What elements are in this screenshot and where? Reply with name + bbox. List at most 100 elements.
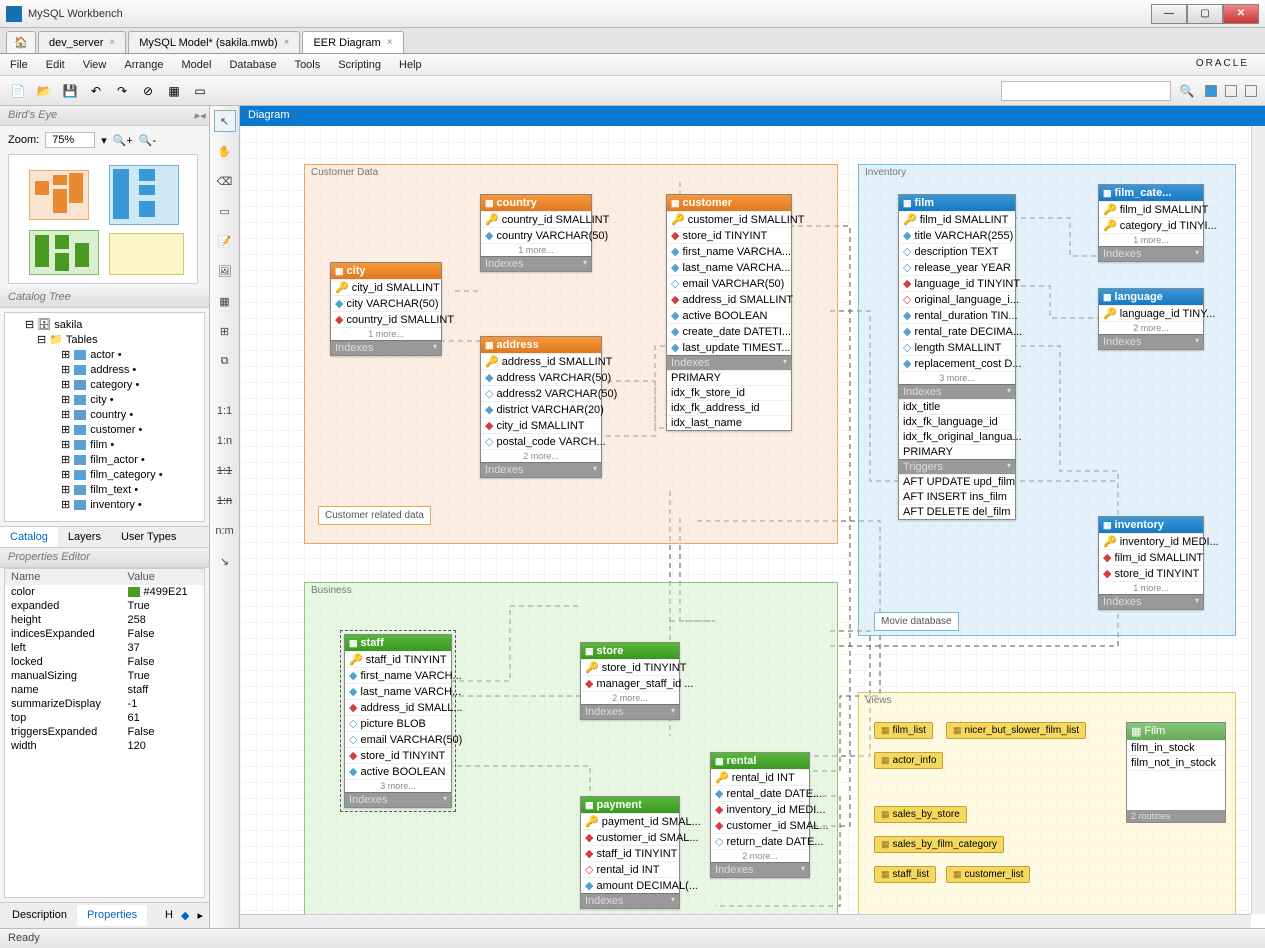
pointer-tool-icon[interactable]: ↖ [214, 110, 236, 132]
property-row[interactable]: summarizeDisplay-1 [5, 697, 204, 711]
close-icon[interactable]: × [387, 37, 393, 48]
validate-icon[interactable]: ⊘ [138, 81, 158, 101]
vertical-scrollbar[interactable] [1251, 126, 1265, 914]
table-inventory[interactable]: inventory 🔑inventory_id MEDI... ◆film_id… [1098, 516, 1204, 610]
table-staff[interactable]: staff 🔑staff_id TINYINT ◆first_name VARC… [344, 634, 452, 808]
property-row[interactable]: top61 [5, 711, 204, 725]
rel-1-n-icon[interactable]: 1:n [214, 430, 236, 452]
table-film[interactable]: film 🔑film_id SMALLINT ◆title VARCHAR(25… [898, 194, 1016, 520]
view-film-list[interactable]: film_list [874, 722, 933, 739]
image-tool-icon[interactable]: 🖼 [214, 260, 236, 282]
hand-tool-icon[interactable]: ✋ [214, 140, 236, 162]
tree-table-item[interactable]: ⊞film • [9, 437, 200, 452]
menu-arrange[interactable]: Arrange [124, 59, 163, 71]
toggle-right-panel-icon[interactable] [1245, 85, 1257, 97]
tree-table-item[interactable]: ⊞address • [9, 362, 200, 377]
table-address[interactable]: address 🔑address_id SMALLINT ◆address VA… [480, 336, 602, 478]
home-tab[interactable]: 🏠 [6, 31, 36, 53]
view-customer-list[interactable]: customer_list [946, 866, 1030, 883]
note-tool-icon[interactable]: 📝 [214, 230, 236, 252]
view-nicer-but-slower[interactable]: nicer_but_slower_film_list [946, 722, 1086, 739]
tree-table-item[interactable]: ⊞film_category • [9, 467, 200, 482]
tree-tables-folder[interactable]: ⊟ 📁 Tables [9, 332, 200, 347]
diagram-canvas[interactable]: Customer Data Customer related data Inve… [240, 126, 1251, 914]
view-staff-list[interactable]: staff_list [874, 866, 936, 883]
tree-table-item[interactable]: ⊞film_actor • [9, 452, 200, 467]
tree-table-item[interactable]: ⊞city • [9, 392, 200, 407]
menu-file[interactable]: File [10, 59, 28, 71]
tab-eer-diagram[interactable]: EER Diagram× [302, 31, 403, 53]
tree-table-item[interactable]: ⊞category • [9, 377, 200, 392]
rel-place-icon[interactable]: ↘ [214, 550, 236, 572]
open-file-icon[interactable]: 📂 [34, 81, 54, 101]
tree-table-item[interactable]: ⊞customer • [9, 422, 200, 437]
layer-tool-icon[interactable]: ▭ [214, 200, 236, 222]
tree-table-item[interactable]: ⊞film_text • [9, 482, 200, 497]
close-icon[interactable]: × [284, 37, 290, 48]
menu-scripting[interactable]: Scripting [338, 59, 381, 71]
table-country[interactable]: country 🔑country_id SMALLINT ◆country VA… [480, 194, 592, 272]
catalog-tree[interactable]: ⊟ 🗄 sakila ⊟ 📁 Tables ⊞actor •⊞address •… [4, 312, 205, 522]
close-icon[interactable]: × [109, 37, 115, 48]
redo-icon[interactable]: ↷ [112, 81, 132, 101]
undo-icon[interactable]: ↶ [86, 81, 106, 101]
tree-table-item[interactable]: ⊞country • [9, 407, 200, 422]
menu-database[interactable]: Database [229, 59, 276, 71]
layer-caption-inventory[interactable]: Movie database [874, 612, 959, 631]
view-sales-by-film-category[interactable]: sales_by_film_category [874, 836, 1004, 853]
panetab-layers[interactable]: Layers [58, 527, 111, 547]
panetab-catalog[interactable]: Catalog [0, 527, 58, 547]
close-button[interactable]: ✕ [1223, 4, 1259, 24]
property-row[interactable]: manualSizingTrue [5, 669, 204, 683]
next-icon[interactable]: ▸ [193, 905, 207, 926]
new-file-icon[interactable]: 📄 [8, 81, 28, 101]
table-store[interactable]: store 🔑store_id TINYINT ◆manager_staff_i… [580, 642, 680, 720]
property-row[interactable]: width120 [5, 739, 204, 753]
history-icon[interactable]: H [161, 905, 177, 926]
rel-1-1-icon[interactable]: 1:1 [214, 400, 236, 422]
zoom-value[interactable]: 75% [45, 132, 95, 148]
panetab-description[interactable]: Description [2, 905, 77, 926]
table-film-category[interactable]: film_cate... 🔑film_id SMALLINT 🔑category… [1098, 184, 1204, 262]
menu-view[interactable]: View [83, 59, 107, 71]
align-icon[interactable]: ▭ [190, 81, 210, 101]
table-rental[interactable]: rental 🔑rental_id INT ◆rental_date DATE.… [710, 752, 810, 878]
property-row[interactable]: lockedFalse [5, 655, 204, 669]
tree-schema[interactable]: ⊟ 🗄 sakila [9, 317, 200, 332]
search-icon[interactable]: 🔍 [1177, 81, 1197, 101]
routine-tool-icon[interactable]: ⧉ [214, 350, 236, 372]
view-actor-info[interactable]: actor_info [874, 752, 943, 769]
table-tool-icon[interactable]: ▦ [214, 290, 236, 312]
view-tool-icon[interactable]: ⊞ [214, 320, 236, 342]
property-row[interactable]: namestaff [5, 683, 204, 697]
collapse-icon[interactable]: ▸◂ [194, 109, 205, 122]
property-row[interactable]: height258 [5, 613, 204, 627]
birds-eye-overview[interactable] [8, 154, 198, 284]
rel-1-n-dash-icon[interactable]: 1:n [214, 490, 236, 512]
menu-model[interactable]: Model [182, 59, 212, 71]
minimize-button[interactable]: — [1151, 4, 1187, 24]
save-icon[interactable]: 💾 [60, 81, 80, 101]
table-city[interactable]: city 🔑city_id SMALLINT ◆city VARCHAR(50)… [330, 262, 442, 356]
layer-caption-customer[interactable]: Customer related data [318, 506, 431, 525]
toggle-bottom-panel-icon[interactable] [1225, 85, 1237, 97]
rel-n-m-icon[interactable]: n:m [214, 520, 236, 542]
property-row[interactable]: left37 [5, 641, 204, 655]
panetab-user-types[interactable]: User Types [111, 527, 186, 547]
search-input[interactable] [1001, 81, 1171, 101]
tree-table-item[interactable]: ⊞inventory • [9, 497, 200, 512]
grid-icon[interactable]: ▦ [164, 81, 184, 101]
property-row[interactable]: indicesExpandedFalse [5, 627, 204, 641]
table-customer[interactable]: customer 🔑customer_id SMALLINT ◆store_id… [666, 194, 792, 431]
property-row[interactable]: expandedTrue [5, 599, 204, 613]
menu-help[interactable]: Help [399, 59, 422, 71]
maximize-button[interactable]: ▢ [1187, 4, 1223, 24]
toggle-left-panel-icon[interactable] [1205, 85, 1217, 97]
rel-1-1-dash-icon[interactable]: 1:1 [214, 460, 236, 482]
property-row[interactable]: color#499E21 [5, 585, 204, 599]
menu-tools[interactable]: Tools [295, 59, 321, 71]
prev-icon[interactable]: ◆ [177, 905, 193, 926]
tree-table-item[interactable]: ⊞actor • [9, 347, 200, 362]
table-language[interactable]: language 🔑language_id TINY... 2 more... … [1098, 288, 1204, 350]
properties-grid[interactable]: NameValue color#499E21expandedTrueheight… [4, 568, 205, 898]
